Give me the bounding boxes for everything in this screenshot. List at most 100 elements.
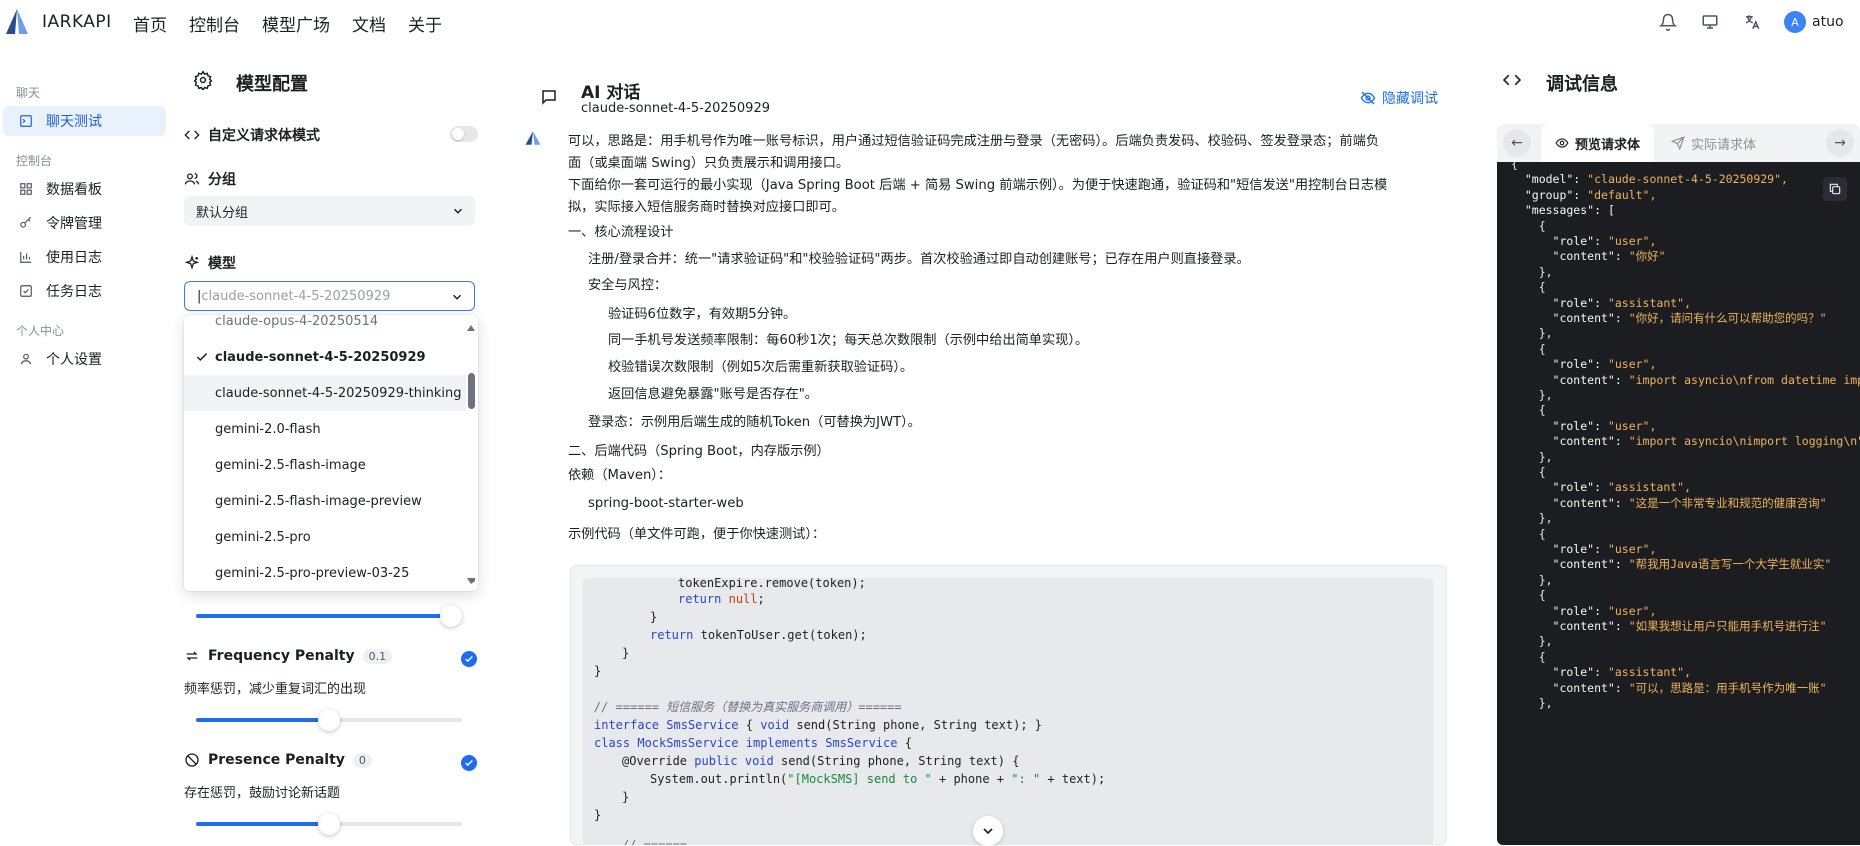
sidebar-item-chat-test[interactable]: 聊天测试	[3, 106, 166, 136]
message-line: 登录态：示例用后端生成的随机Token（可替换为JWT）。	[588, 415, 921, 430]
dropdown-option[interactable]: gemini-2.5-flash-image-preview	[184, 483, 466, 519]
custom-body-toggle[interactable]	[450, 126, 478, 142]
sidebar-group-personal: 个人中心	[16, 324, 65, 338]
json-line: "content": "import asyncio\nimport loggi…	[1511, 434, 1860, 449]
model-label: 模型	[208, 256, 236, 272]
json-line: "content": "如果我想让用户只能用手机号进行注"	[1511, 619, 1827, 633]
copy-button[interactable]	[1823, 177, 1847, 201]
tab-actual-request[interactable]: 实际请求体	[1657, 124, 1770, 162]
scroll-to-bottom-button[interactable]	[973, 816, 1003, 846]
message-line: 下面给你一套可运行的最小实现（Java Spring Boot 后端 + 简易 …	[568, 178, 1388, 193]
user-menu[interactable]: A atuo	[1782, 9, 1850, 35]
checkbox-icon	[18, 283, 34, 299]
chat-model-name: claude-sonnet-4-5-20250929	[581, 101, 770, 116]
monitor-icon[interactable]	[1697, 9, 1723, 35]
message-line: 依赖（Maven）：	[568, 468, 672, 483]
code-content: tokenExpire.remove(token); return null; …	[583, 578, 1433, 845]
presence-enabled-checkbox[interactable]	[461, 755, 477, 771]
eye-icon	[1555, 138, 1569, 148]
key-icon	[18, 215, 34, 231]
assistant-logo-icon	[525, 131, 541, 145]
sidebar-item-label: 聊天测试	[46, 114, 102, 130]
dropdown-option[interactable]: claude-sonnet-4-5-20250929-thinking	[184, 375, 466, 411]
sidebar-item-label: 任务日志	[46, 284, 102, 300]
users-icon	[184, 171, 200, 187]
tab-preview-request[interactable]: 预览请求体	[1541, 124, 1655, 162]
tab-next-button[interactable]: →	[1826, 129, 1854, 157]
nav-about[interactable]: 关于	[408, 11, 442, 36]
sidebar-item-label: 个人设置	[46, 352, 102, 368]
message-heading: 二、后端代码（Spring Boot，内存版示例）	[568, 444, 830, 459]
brand-name[interactable]: IARKAPI	[42, 12, 112, 32]
message-heading: 一、核心流程设计	[568, 225, 674, 240]
model-search-placeholder: claude-sonnet-4-5-20250929	[201, 288, 391, 304]
scroll-up-icon[interactable]	[467, 325, 475, 331]
debug-title: 调试信息	[1546, 74, 1618, 95]
frequency-enabled-checkbox[interactable]	[461, 651, 477, 667]
sidebar-item-personal-settings[interactable]: 个人设置	[3, 344, 166, 374]
json-line: "content": "你好，请问有什么可以帮助您的吗？"	[1511, 311, 1827, 325]
group-select-value: 默认分组	[196, 205, 249, 221]
top-slider[interactable]	[196, 605, 463, 627]
group-row: 分组	[184, 169, 236, 189]
bell-icon[interactable]	[1655, 9, 1681, 35]
dropdown-option-selected[interactable]: claude-sonnet-4-5-20250929	[184, 339, 466, 375]
dropdown-scrollbar[interactable]	[468, 373, 475, 409]
logo-icon	[6, 9, 28, 34]
dropdown-option[interactable]: claude-opus-4-20250514	[184, 315, 466, 339]
sidebar-item-label: 数据看板	[46, 182, 102, 198]
sidebar-group-console: 控制台	[16, 154, 53, 168]
chat-test-icon	[18, 113, 34, 129]
slider-knob[interactable]	[318, 813, 340, 835]
sidebar-item-usage-log[interactable]: 使用日志	[3, 242, 166, 272]
model-dropdown: claude-opus-4-20250514 claude-sonnet-4-5…	[184, 315, 478, 591]
send-icon	[1671, 136, 1685, 150]
hide-debug-button[interactable]: 隐藏调试	[1360, 88, 1438, 108]
message-bullet: 同一手机号发送频率限制：每60秒1次；每天总次数限制（示例中给出简单实现）。	[608, 333, 1089, 348]
json-line: "content": "这是一个非常专业和规范的健康咨询"	[1511, 495, 1827, 510]
nav-model-square[interactable]: 模型广场	[262, 11, 330, 36]
slider-fill	[196, 718, 329, 722]
dropdown-option[interactable]: gemini-2.5-flash-image	[184, 447, 466, 483]
model-search-input[interactable]: | claude-sonnet-4-5-20250929	[184, 281, 475, 311]
main-nav: 首页 控制台 模型广场 文档 关于	[133, 11, 464, 36]
sidebar-item-dashboard[interactable]: 数据看板	[3, 174, 166, 204]
tab-prev-button[interactable]: ←	[1503, 129, 1531, 157]
user-icon	[18, 351, 34, 367]
sidebar-group-chat: 聊天	[16, 86, 41, 100]
frequency-value-badge: 0.1	[362, 648, 393, 664]
user-name: atuo	[1812, 14, 1844, 30]
dropdown-option[interactable]: gemini-2.0-flash	[184, 411, 466, 447]
presence-slider[interactable]	[196, 813, 462, 835]
dashboard-icon	[18, 181, 34, 197]
dropdown-option[interactable]: gemini-2.5-pro	[184, 519, 466, 555]
group-select[interactable]: 默认分组	[184, 196, 475, 226]
nav-console[interactable]: 控制台	[189, 11, 240, 36]
chevron-down-icon	[453, 208, 463, 214]
frequency-row: Frequency Penalty 0.1	[184, 648, 393, 664]
slider-knob[interactable]	[440, 605, 463, 627]
message-line: spring-boot-starter-web	[588, 496, 744, 511]
chevron-down-icon	[452, 294, 462, 300]
model-row: 模型	[184, 253, 236, 273]
request-json-viewer: { "model": "claude-sonnet-4-5-20250929",…	[1497, 162, 1860, 845]
nav-docs[interactable]: 文档	[352, 11, 386, 36]
slider-knob[interactable]	[318, 709, 340, 731]
translate-icon[interactable]	[1739, 9, 1765, 35]
sidebar-item-token-management[interactable]: 令牌管理	[3, 208, 166, 238]
dropdown-option[interactable]: gemini-2.5-pro-preview-03-25	[184, 555, 466, 591]
message-line: 面（或桌面端 Swing）只负责展示和调用接口。	[568, 156, 850, 171]
chevron-down-icon	[983, 828, 993, 835]
custom-body-label: 自定义请求体模式	[208, 128, 320, 144]
message-bullet: 校验错误次数限制（例如5次后需重新获取验证码）。	[608, 360, 914, 375]
nav-home[interactable]: 首页	[133, 11, 167, 36]
frequency-description: 频率惩罚，减少重复词汇的出现	[184, 682, 367, 697]
message-line: 可以，思路是：用手机号作为唯一账号标识，用户通过短信验证码完成注册与登录（无密码…	[568, 134, 1380, 149]
sidebar: 聊天 聊天测试 控制台 数据看板 令牌管理 使用日志 任务日志 个人中心 个人设…	[0, 44, 172, 845]
presence-value-badge: 0	[352, 752, 372, 768]
scroll-down-icon[interactable]	[467, 578, 475, 584]
sidebar-item-label: 令牌管理	[46, 216, 102, 232]
sidebar-item-task-log[interactable]: 任务日志	[3, 276, 166, 306]
message-bullet: 返回信息避免暴露"账号是否存在"。	[608, 387, 818, 402]
frequency-slider[interactable]	[196, 709, 462, 731]
